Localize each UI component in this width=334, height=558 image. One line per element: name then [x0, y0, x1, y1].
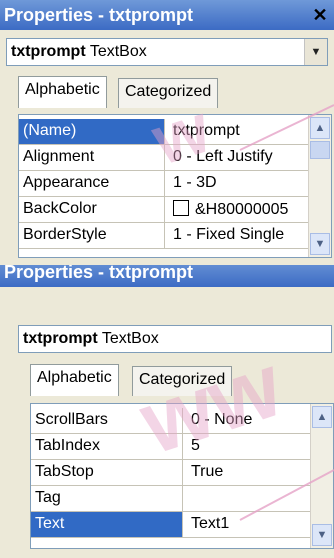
property-name: TabIndex — [31, 434, 183, 459]
property-value-editing[interactable]: Text1 — [185, 512, 313, 537]
property-row[interactable]: TabStop True — [31, 460, 313, 486]
chevron-down-icon[interactable]: ▼ — [310, 233, 330, 255]
color-swatch — [173, 200, 189, 216]
close-icon[interactable]: ✕ — [310, 5, 330, 25]
property-name: Appearance — [19, 171, 165, 196]
object-label: txtprompt TextBox — [11, 43, 147, 61]
vertical-scrollbar[interactable]: ▲ ▼ — [308, 115, 331, 257]
tab-categorized[interactable]: Categorized — [118, 78, 219, 108]
property-row[interactable]: Tag — [31, 486, 313, 512]
properties-panel-bottom: Properties - txtprompt txtprompt TextBox… — [0, 265, 334, 558]
property-value[interactable]: 1 - Fixed Single — [167, 223, 309, 248]
vertical-scrollbar[interactable]: ▲ ▼ — [310, 404, 333, 548]
property-value[interactable]: 5 — [185, 434, 313, 459]
property-value[interactable] — [185, 486, 313, 511]
object-name: txtprompt — [23, 330, 98, 347]
properties-panel-top: Properties - txtprompt ✕ txtprompt TextB… — [0, 0, 334, 265]
object-selector[interactable]: txtprompt TextBox — [18, 325, 332, 353]
title-bar: Properties - txtprompt — [0, 265, 334, 287]
object-selector[interactable]: txtprompt TextBox ▼ — [6, 38, 328, 66]
color-value: &H80000005 — [195, 201, 289, 218]
property-name: (Name) — [19, 119, 165, 144]
title-bar: Properties - txtprompt ✕ — [0, 0, 334, 30]
property-value[interactable]: &H80000005 — [167, 197, 309, 222]
chevron-down-icon[interactable]: ▼ — [304, 39, 327, 65]
property-row[interactable]: Alignment 0 - Left Justify — [19, 145, 309, 171]
window-title: Properties - txtprompt — [4, 265, 194, 282]
tab-alphabetic[interactable]: Alphabetic — [30, 364, 119, 396]
chevron-down-icon[interactable]: ▼ — [312, 524, 332, 546]
tab-alphabetic[interactable]: Alphabetic — [18, 76, 107, 108]
property-name: TabStop — [31, 460, 183, 485]
scroll-thumb[interactable] — [310, 141, 330, 159]
property-grid: ScrollBars 0 - None TabIndex 5 TabStop T… — [30, 403, 334, 549]
property-value[interactable]: True — [185, 460, 313, 485]
property-row[interactable]: BorderStyle 1 - Fixed Single — [19, 223, 309, 249]
object-name: txtprompt — [11, 43, 86, 60]
property-row[interactable]: Text Text1 — [31, 512, 313, 538]
property-row[interactable]: TabIndex 5 — [31, 434, 313, 460]
property-name: ScrollBars — [31, 408, 183, 433]
property-row[interactable]: BackColor &H80000005 — [19, 197, 309, 223]
property-row[interactable]: ScrollBars 0 - None — [31, 408, 313, 434]
chevron-up-icon[interactable]: ▲ — [312, 406, 332, 428]
property-row[interactable]: Appearance 1 - 3D — [19, 171, 309, 197]
property-name: Alignment — [19, 145, 165, 170]
property-name: Tag — [31, 486, 183, 511]
tab-categorized[interactable]: Categorized — [132, 366, 233, 396]
object-type: TextBox — [89, 43, 147, 60]
property-name: BorderStyle — [19, 223, 165, 248]
object-label: txtprompt TextBox — [23, 330, 159, 348]
property-value[interactable]: txtprompt — [167, 119, 309, 144]
property-value[interactable]: 0 - None — [185, 408, 313, 433]
window-title: Properties - txtprompt — [4, 5, 194, 25]
object-type: TextBox — [101, 330, 159, 347]
property-value[interactable]: 0 - Left Justify — [167, 145, 309, 170]
chevron-up-icon[interactable]: ▲ — [310, 117, 330, 139]
property-value[interactable]: 1 - 3D — [167, 171, 309, 196]
property-name: Text — [31, 512, 183, 537]
property-name: BackColor — [19, 197, 165, 222]
property-grid: (Name) txtprompt Alignment 0 - Left Just… — [18, 114, 332, 258]
property-row[interactable]: (Name) txtprompt — [19, 119, 309, 145]
